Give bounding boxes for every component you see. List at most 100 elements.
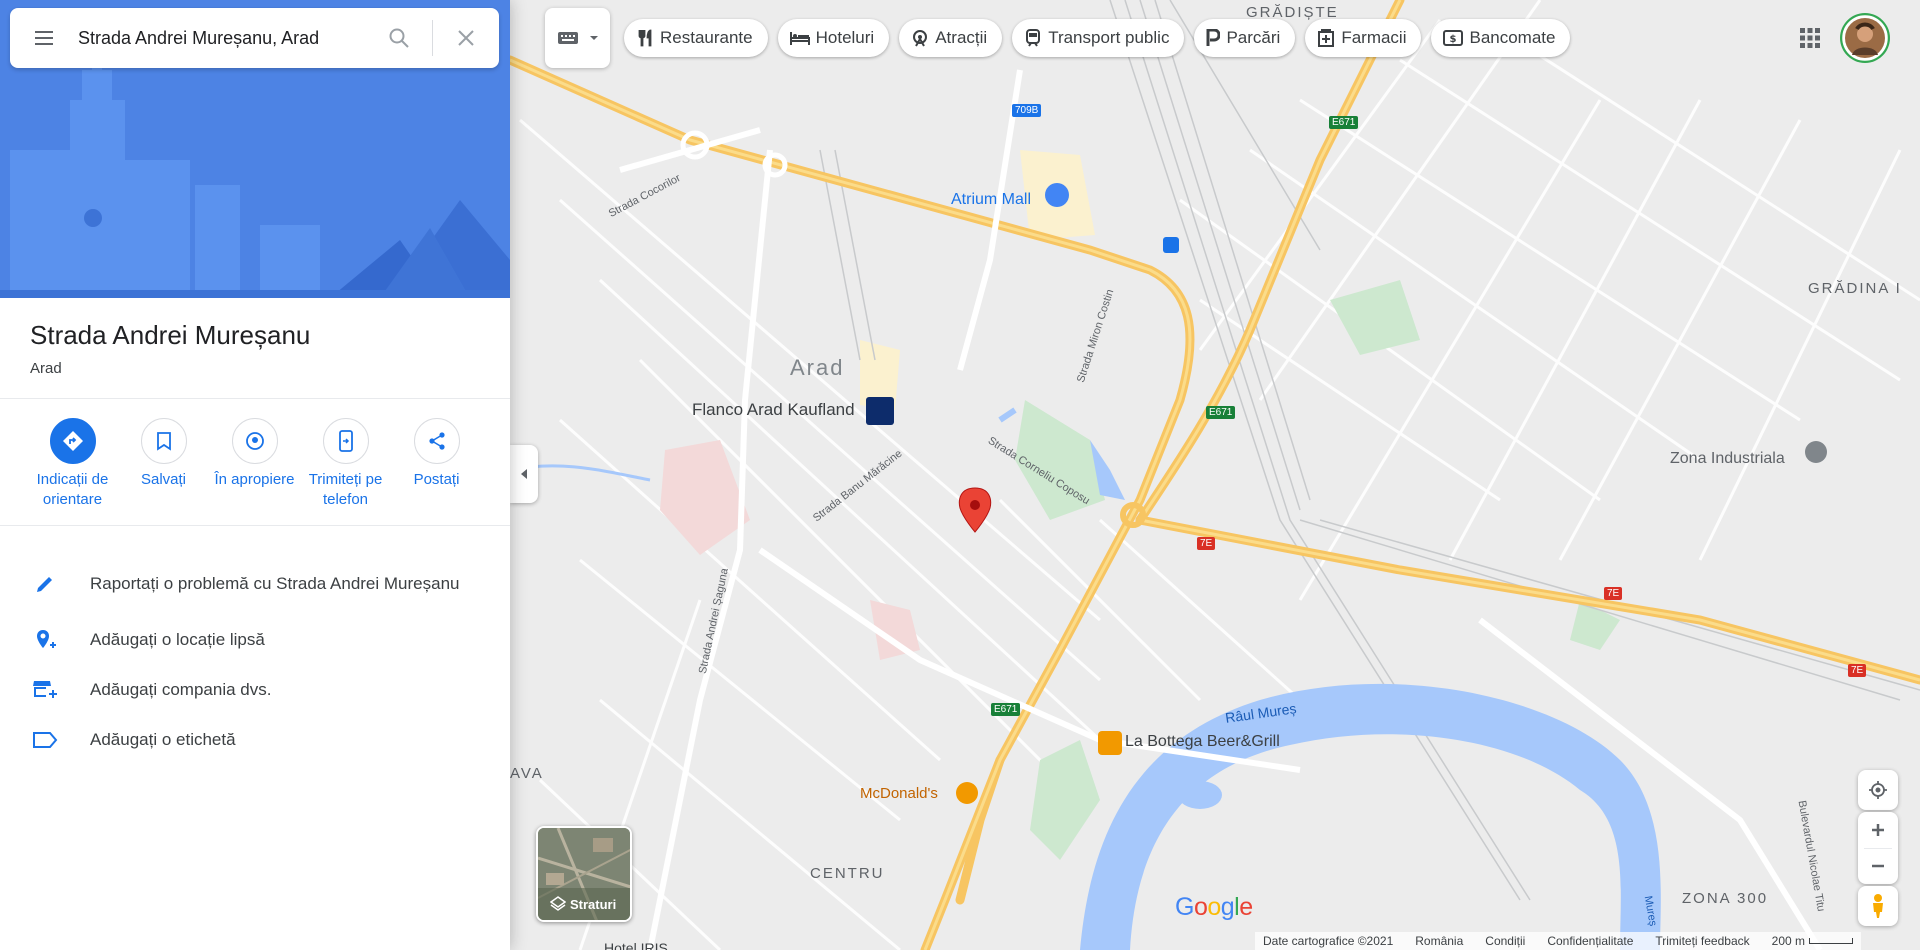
chip-label: Farmacii: [1341, 28, 1407, 47]
report-problem-link[interactable]: Raportați o problemă cu Strada Andrei Mu…: [0, 553, 510, 615]
plus-icon: [1872, 823, 1884, 836]
apps-button[interactable]: [1790, 18, 1830, 58]
divider: [0, 525, 510, 526]
category-chips: Restaurante Hoteluri Atracții Transport …: [624, 19, 1571, 57]
poi-label[interactable]: Atrium Mall: [951, 191, 1031, 209]
input-tools-button[interactable]: [545, 8, 610, 68]
avatar[interactable]: [1840, 13, 1890, 63]
action-buttons: Indicații de orientare Salvați În apropi…: [27, 418, 487, 518]
search-button[interactable]: [366, 8, 432, 68]
road-shield: 7E: [1848, 664, 1867, 677]
profile-photo: [1840, 13, 1890, 63]
chip-hotels[interactable]: Hoteluri: [777, 19, 890, 57]
feedback-link[interactable]: Trimiteți feedback: [1655, 934, 1749, 948]
collapse-panel-button[interactable]: [510, 445, 538, 503]
label-icon: [33, 732, 58, 748]
side-panel: Strada Andrei Mureșanu, Arad Strada Andr…: [0, 0, 510, 950]
district-label: GRĂDINA I: [1808, 280, 1902, 297]
add-location-icon: [37, 630, 56, 648]
clear-search-button[interactable]: [433, 8, 499, 68]
road-shield: 7E: [1197, 537, 1216, 550]
chevron-down-icon: [589, 36, 598, 40]
search-icon: [389, 28, 409, 48]
transit-icon: [1026, 29, 1041, 47]
layers-icon: [550, 896, 566, 911]
chip-restaurants[interactable]: Restaurante: [624, 19, 768, 57]
google-logo: Google: [1175, 893, 1253, 921]
chip-label: Hoteluri: [815, 28, 875, 47]
poi-label[interactable]: Hotel IRIS: [604, 940, 668, 950]
action-label: Trimiteți pe telefon: [308, 471, 383, 508]
map-footer: Date cartografice ©2021 România Condiții…: [1255, 932, 1861, 950]
action-label: Indicații de orientare: [36, 471, 109, 508]
action-label: În apropiere: [214, 471, 295, 488]
zoom-in-button[interactable]: [1858, 812, 1898, 848]
directions-button[interactable]: Indicații de orientare: [27, 418, 118, 518]
search-box[interactable]: Strada Andrei Mureșanu, Arad: [10, 8, 499, 68]
chip-transit[interactable]: Transport public: [1012, 19, 1185, 57]
add-missing-place-link[interactable]: Adăugați o locație lipsă: [0, 615, 510, 665]
poi-label[interactable]: Zona Industriala: [1670, 450, 1785, 468]
nearby-button[interactable]: În apropiere: [209, 418, 300, 518]
close-icon: [458, 30, 474, 46]
road-shield: 7E: [1604, 587, 1623, 600]
layers-button[interactable]: Straturi: [536, 826, 632, 922]
link-label: Raportați o problemă cu Strada Andrei Mu…: [90, 574, 460, 593]
pharmacy-icon: [1318, 29, 1335, 47]
road-shield: E671: [1329, 116, 1359, 129]
attractions-icon: [913, 30, 928, 47]
layers-label-group: Straturi: [550, 896, 616, 912]
place-subtitle: Arad: [30, 360, 62, 377]
layers-label: Straturi: [570, 896, 617, 912]
chip-attractions[interactable]: Atracții: [899, 19, 1003, 57]
save-button[interactable]: Salvați: [118, 418, 209, 518]
atm-icon: $: [1443, 30, 1464, 46]
my-location-button[interactable]: [1858, 770, 1898, 810]
restaurant-icon: [638, 29, 652, 47]
poi-label[interactable]: Flanco Arad Kaufland: [692, 400, 855, 420]
scale-bar[interactable]: 200 m: [1772, 934, 1853, 948]
action-label: Postați: [413, 471, 460, 488]
district-label: ZONA 300: [1682, 890, 1769, 907]
chip-label: Transport public: [1048, 28, 1170, 47]
country-link[interactable]: România: [1415, 934, 1463, 948]
add-label-link[interactable]: Adăugați o etichetă: [0, 715, 510, 765]
send-to-phone-button[interactable]: Trimiteți pe telefon: [300, 418, 391, 518]
apps-grid-icon: [1800, 28, 1820, 48]
my-location-icon: [1869, 781, 1887, 799]
bookmark-icon: [156, 432, 171, 451]
send-to-phone-icon: [338, 430, 353, 452]
link-label: Adăugați compania dvs.: [90, 680, 272, 699]
divider: [0, 398, 510, 399]
road-shield: E671: [991, 703, 1021, 716]
add-business-icon: [33, 681, 57, 698]
chevron-left-icon: [521, 469, 527, 479]
link-label: Adăugați o etichetă: [90, 730, 236, 749]
search-input[interactable]: Strada Andrei Mureșanu, Arad: [78, 28, 366, 49]
link-label: Adăugați o locație lipsă: [90, 630, 265, 649]
district-label: CENTRU: [810, 865, 885, 882]
privacy-link[interactable]: Confidențialitate: [1547, 934, 1633, 948]
zoom-out-button[interactable]: [1858, 848, 1898, 884]
district-label: AVA: [510, 765, 544, 782]
chip-pharmacy[interactable]: Farmacii: [1305, 19, 1422, 57]
scale-label: 200 m: [1771, 934, 1805, 948]
copyright-text: Date cartografice ©2021: [1263, 934, 1394, 948]
action-label: Salvați: [140, 471, 187, 488]
chip-atm[interactable]: $ Bancomate: [1431, 19, 1571, 57]
street-view-button[interactable]: [1858, 886, 1898, 926]
road-shield: 709B: [1012, 104, 1042, 117]
share-button[interactable]: Postați: [391, 418, 482, 518]
svg-text:$: $: [1450, 34, 1457, 45]
poi-label[interactable]: McDonald's: [860, 785, 938, 802]
parking-icon: [1206, 29, 1221, 46]
menu-button[interactable]: [10, 8, 78, 68]
scale-line: [1809, 938, 1853, 944]
add-business-link[interactable]: Adăugați compania dvs.: [0, 665, 510, 715]
chip-parking[interactable]: Parcări: [1194, 19, 1296, 57]
poi-label[interactable]: La Bottega Beer&Grill: [1125, 733, 1280, 751]
road-shield: E671: [1206, 406, 1236, 419]
terms-link[interactable]: Condiții: [1485, 934, 1525, 948]
nearby-icon: [245, 432, 264, 450]
chip-label: Parcări: [1226, 28, 1281, 47]
